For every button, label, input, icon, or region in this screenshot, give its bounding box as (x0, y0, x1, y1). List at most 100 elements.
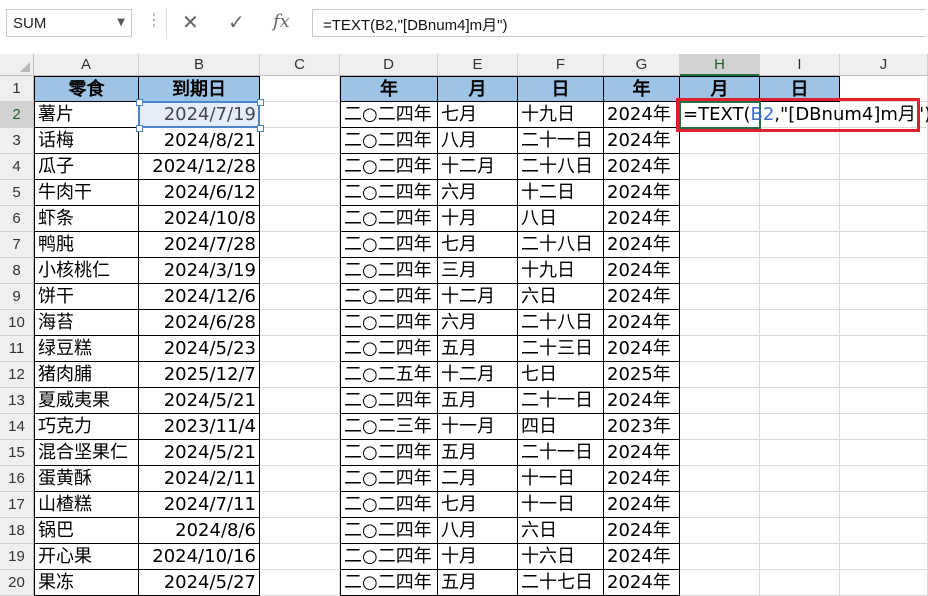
cell-d3[interactable]: 二○二四年 (340, 128, 438, 154)
close-icon[interactable]: ✕ (182, 10, 199, 34)
row-header-14[interactable]: 14 (0, 414, 34, 440)
cell-g6[interactable]: 2024年 (604, 206, 680, 232)
column-header-i[interactable]: I (760, 54, 840, 76)
cell-g20[interactable]: 2024年 (604, 570, 680, 596)
row-header-17[interactable]: 17 (0, 492, 34, 518)
cell-g9[interactable]: 2024年 (604, 284, 680, 310)
column-header-j[interactable]: J (840, 54, 928, 76)
cell-j13[interactable] (840, 388, 928, 414)
cell-h14[interactable] (680, 414, 760, 440)
cell-c19[interactable] (260, 544, 340, 570)
cell-h12[interactable] (680, 362, 760, 388)
cell-i20[interactable] (760, 570, 840, 596)
column-header-e[interactable]: E (438, 54, 518, 76)
row-header-6[interactable]: 6 (0, 206, 34, 232)
column-header-f[interactable]: F (518, 54, 604, 76)
cell-h5[interactable] (680, 180, 760, 206)
cell-a8[interactable]: 小核桃仁 (34, 258, 139, 284)
cell-a19[interactable]: 开心果 (34, 544, 139, 570)
cell-j6[interactable] (840, 206, 928, 232)
cell-e15[interactable]: 五月 (438, 440, 518, 466)
cell-i7[interactable] (760, 232, 840, 258)
cell-c1[interactable] (260, 76, 340, 102)
cell-d2[interactable]: 二○二四年 (340, 102, 438, 128)
cell-h8[interactable] (680, 258, 760, 284)
cell-j14[interactable] (840, 414, 928, 440)
cell-i4[interactable] (760, 154, 840, 180)
cell-f2[interactable]: 十九日 (518, 102, 604, 128)
cell-g17[interactable]: 2024年 (604, 492, 680, 518)
cell-e18[interactable]: 八月 (438, 518, 518, 544)
cell-i14[interactable] (760, 414, 840, 440)
cell-g19[interactable]: 2024年 (604, 544, 680, 570)
cell-d12[interactable]: 二○二五年 (340, 362, 438, 388)
cell-a11[interactable]: 绿豆糕 (34, 336, 139, 362)
cell-a4[interactable]: 瓜子 (34, 154, 139, 180)
row-header-5[interactable]: 5 (0, 180, 34, 206)
cell-d13[interactable]: 二○二四年 (340, 388, 438, 414)
cell-e10[interactable]: 六月 (438, 310, 518, 336)
cell-a5[interactable]: 牛肉干 (34, 180, 139, 206)
cell-b12[interactable]: 2025/12/7 (139, 362, 260, 388)
cell-c16[interactable] (260, 466, 340, 492)
cell-j20[interactable] (840, 570, 928, 596)
cell-h6[interactable] (680, 206, 760, 232)
cell-g12[interactable]: 2025年 (604, 362, 680, 388)
cell-g3[interactable]: 2024年 (604, 128, 680, 154)
cell-i16[interactable] (760, 466, 840, 492)
cell-h10[interactable] (680, 310, 760, 336)
cell-d11[interactable]: 二○二四年 (340, 336, 438, 362)
cell-a3[interactable]: 话梅 (34, 128, 139, 154)
cell-c14[interactable] (260, 414, 340, 440)
cell-c8[interactable] (260, 258, 340, 284)
cell-f5[interactable]: 十二日 (518, 180, 604, 206)
cell-f9[interactable]: 六日 (518, 284, 604, 310)
row-header-18[interactable]: 18 (0, 518, 34, 544)
cell-a14[interactable]: 巧克力 (34, 414, 139, 440)
row-header-13[interactable]: 13 (0, 388, 34, 414)
cell-h17[interactable] (680, 492, 760, 518)
range-handle[interactable] (257, 125, 264, 132)
header-cell-d[interactable]: 年 (340, 76, 438, 102)
row-header-12[interactable]: 12 (0, 362, 34, 388)
cell-h15[interactable] (680, 440, 760, 466)
cell-d20[interactable]: 二○二四年 (340, 570, 438, 596)
header-cell-f[interactable]: 日 (518, 76, 604, 102)
cell-c18[interactable] (260, 518, 340, 544)
cell-a15[interactable]: 混合坚果仁 (34, 440, 139, 466)
cell-c6[interactable] (260, 206, 340, 232)
cell-e20[interactable]: 五月 (438, 570, 518, 596)
cell-c7[interactable] (260, 232, 340, 258)
row-header-19[interactable]: 19 (0, 544, 34, 570)
cell-b13[interactable]: 2024/5/21 (139, 388, 260, 414)
cell-i12[interactable] (760, 362, 840, 388)
cell-i17[interactable] (760, 492, 840, 518)
cell-b14[interactable]: 2023/11/4 (139, 414, 260, 440)
cell-e7[interactable]: 七月 (438, 232, 518, 258)
cell-d15[interactable]: 二○二四年 (340, 440, 438, 466)
cell-a17[interactable]: 山楂糕 (34, 492, 139, 518)
row-header-3[interactable]: 3 (0, 128, 34, 154)
cell-c11[interactable] (260, 336, 340, 362)
column-header-g[interactable]: G (604, 54, 680, 76)
column-header-a[interactable]: A (34, 54, 139, 76)
cell-c17[interactable] (260, 492, 340, 518)
cell-j19[interactable] (840, 544, 928, 570)
cell-h11[interactable] (680, 336, 760, 362)
cell-e16[interactable]: 二月 (438, 466, 518, 492)
row-header-8[interactable]: 8 (0, 258, 34, 284)
cell-d5[interactable]: 二○二四年 (340, 180, 438, 206)
row-header-7[interactable]: 7 (0, 232, 34, 258)
cell-c5[interactable] (260, 180, 340, 206)
cell-j8[interactable] (840, 258, 928, 284)
cell-d19[interactable]: 二○二四年 (340, 544, 438, 570)
cell-b5[interactable]: 2024/6/12 (139, 180, 260, 206)
cell-b10[interactable]: 2024/6/28 (139, 310, 260, 336)
cell-f17[interactable]: 十一日 (518, 492, 604, 518)
range-handle[interactable] (136, 125, 143, 132)
check-icon[interactable]: ✓ (228, 10, 245, 34)
column-header-h[interactable]: H (680, 54, 760, 76)
cell-i9[interactable] (760, 284, 840, 310)
cell-e13[interactable]: 五月 (438, 388, 518, 414)
cell-i8[interactable] (760, 258, 840, 284)
